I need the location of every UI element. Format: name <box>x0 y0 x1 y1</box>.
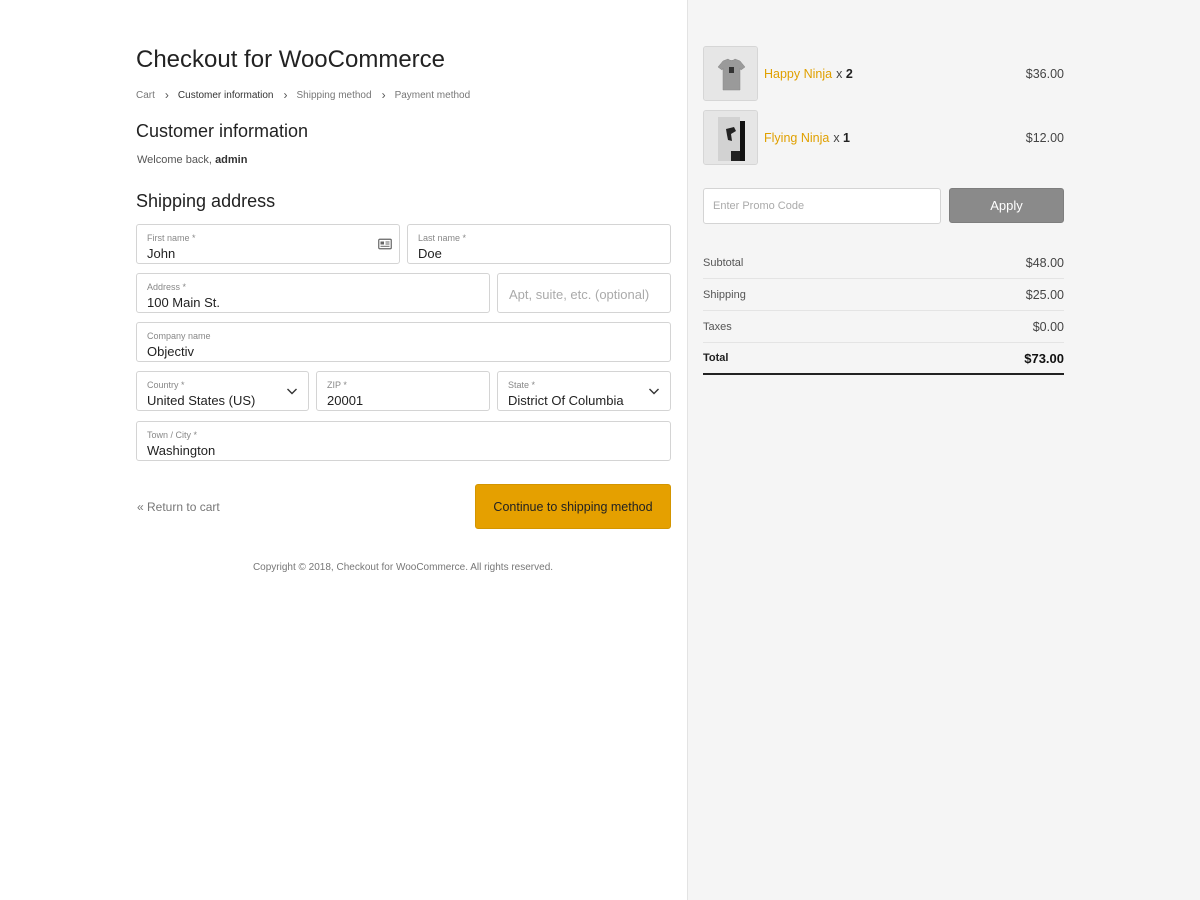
country-label: Country * <box>147 380 185 390</box>
chevron-down-icon <box>649 388 659 395</box>
taxes-amount: $0.00 <box>1032 319 1064 334</box>
state-select[interactable]: State * District Of Columbia <box>497 371 671 411</box>
cart-item-name-link[interactable]: Happy Ninja x 2 <box>764 67 853 81</box>
taxes-row: Taxes $0.00 <box>703 311 1064 343</box>
company-name-value: Objectiv <box>147 344 194 359</box>
subtotal-label: Subtotal <box>703 256 744 269</box>
apt-suite-field[interactable]: Apt, suite, etc. (optional) <box>497 273 671 313</box>
cart-item-qty: x 2 <box>836 67 853 81</box>
poster-icon <box>703 110 758 165</box>
last-name-value: Doe <box>418 246 442 261</box>
continue-to-shipping-button[interactable]: Continue to shipping method <box>475 484 671 529</box>
breadcrumb-shipping-method: Shipping method <box>296 90 372 101</box>
country-select[interactable]: Country * United States (US) <box>136 371 309 411</box>
cart-item-qty-value: 2 <box>845 67 853 81</box>
apt-suite-placeholder: Apt, suite, etc. (optional) <box>509 287 650 302</box>
last-name-field[interactable]: Last name * Doe <box>407 224 671 264</box>
city-field[interactable]: Town / City * Washington <box>136 421 671 461</box>
apply-promo-button[interactable]: Apply <box>949 188 1064 223</box>
customer-information-heading: Customer information <box>136 121 309 141</box>
cart-item: Happy Ninja x 2 $36.00 <box>703 46 1064 102</box>
cart-item-qty-prefix: x <box>836 67 846 81</box>
username: admin <box>215 154 248 166</box>
total-amount: $73.00 <box>1024 350 1064 366</box>
subtotal-amount: $48.00 <box>1025 255 1064 270</box>
state-label: State * <box>508 380 536 390</box>
subtotal-row: Subtotal $48.00 <box>703 247 1064 279</box>
chevron-down-icon <box>287 388 297 395</box>
zip-field[interactable]: ZIP * 20001 <box>316 371 490 411</box>
chevron-right-icon: › <box>381 87 386 102</box>
first-name-label: First name * <box>147 233 196 243</box>
cart-item-price: $12.00 <box>1025 131 1064 145</box>
company-name-label: Company name <box>147 331 211 341</box>
welcome-prefix: Welcome back, <box>137 154 216 166</box>
taxes-label: Taxes <box>703 320 732 333</box>
city-value: Washington <box>147 443 216 458</box>
country-value: United States (US) <box>147 393 256 408</box>
shipping-address-heading: Shipping address <box>136 191 276 211</box>
total-label: Total <box>703 352 729 364</box>
breadcrumb-cart[interactable]: Cart <box>136 90 155 101</box>
state-value: District Of Columbia <box>508 393 624 408</box>
cart-item-price: $36.00 <box>1025 67 1064 81</box>
contact-card-icon[interactable] <box>378 238 392 250</box>
last-name-label: Last name * <box>418 233 467 243</box>
checkout-main: Checkout for WooCommerce Cart › Customer… <box>0 0 687 900</box>
shipping-label: Shipping <box>703 288 746 301</box>
copyright-text: Copyright © 2018, Checkout for WooCommer… <box>252 562 554 573</box>
shipping-amount: $25.00 <box>1025 287 1064 302</box>
breadcrumb-payment-method: Payment method <box>394 90 471 101</box>
zip-label: ZIP * <box>327 380 347 390</box>
order-totals: Subtotal $48.00 Shipping $25.00 Taxes $0… <box>703 247 1064 375</box>
company-name-field[interactable]: Company name Objectiv <box>136 322 671 362</box>
breadcrumb: Cart › Customer information › Shipping m… <box>136 87 471 102</box>
total-row: Total $73.00 <box>703 343 1064 375</box>
cart-item: Flying Ninja x 1 $12.00 <box>703 110 1064 166</box>
breadcrumb-customer-information: Customer information <box>177 90 274 101</box>
welcome-message: Welcome back, admin <box>137 154 247 166</box>
tshirt-icon <box>703 46 758 101</box>
first-name-value: John <box>147 246 176 261</box>
page-title: Checkout for WooCommerce <box>136 46 445 73</box>
cart-item-qty-value: 1 <box>843 131 850 145</box>
cart-item-qty-prefix: x <box>833 131 844 145</box>
cart-item-name[interactable]: Flying Ninja <box>764 131 829 145</box>
zip-value: 20001 <box>327 393 364 408</box>
first-name-field[interactable]: First name * John <box>136 224 400 264</box>
shipping-row: Shipping $25.00 <box>703 279 1064 311</box>
cart-item-name[interactable]: Happy Ninja <box>764 67 832 81</box>
promo-code-input[interactable] <box>703 188 941 224</box>
chevron-right-icon: › <box>283 87 288 102</box>
chevron-right-icon: › <box>164 87 169 102</box>
return-to-cart-link[interactable]: « Return to cart <box>137 500 220 514</box>
cart-item-name-link[interactable]: Flying Ninja x 1 <box>764 131 850 145</box>
cart-item-qty: x 1 <box>833 131 850 145</box>
city-label: Town / City * <box>147 430 198 440</box>
address-field[interactable]: Address * 100 Main St. <box>136 273 490 313</box>
address-value: 100 Main St. <box>147 295 220 310</box>
address-label: Address * <box>147 282 187 292</box>
